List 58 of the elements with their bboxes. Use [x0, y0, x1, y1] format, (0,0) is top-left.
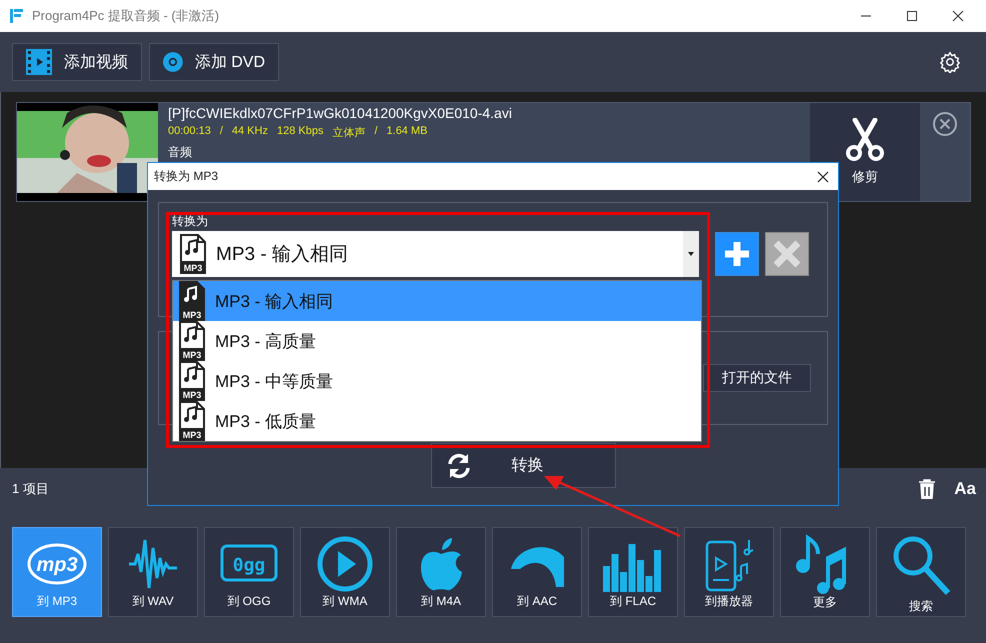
music-file-icon: MP3	[179, 401, 205, 441]
disc-icon	[163, 50, 183, 74]
delete-button[interactable]	[765, 232, 809, 276]
file-meta: /	[374, 125, 378, 139]
font-button[interactable]: Aa	[954, 479, 976, 499]
format-button[interactable]: 到 FLAC	[588, 527, 678, 617]
plus-icon	[722, 239, 752, 269]
format-button[interactable]: 更多	[780, 527, 870, 617]
file-meta: 立体声	[332, 126, 366, 140]
file-meta: /	[220, 125, 223, 139]
close-icon[interactable]	[952, 10, 964, 22]
close-icon[interactable]	[817, 170, 829, 182]
format-dropdown[interactable]: MP3 MP3 - 输入相同	[172, 231, 699, 277]
window-title: Program4Pc 提取音频 - (非激活)	[32, 7, 220, 25]
file-meta: 44 KHz	[232, 125, 268, 139]
play-icon	[317, 536, 373, 592]
mp3-logo-icon: mp3	[26, 540, 88, 586]
add-button[interactable]: 添加 DVD	[149, 43, 279, 81]
film-icon	[26, 49, 52, 75]
file-meta: 1.64 MB	[386, 125, 428, 139]
trash-icon[interactable]	[918, 479, 936, 499]
format-button[interactable]: 搜索	[876, 527, 966, 617]
music-file-icon: MP3	[179, 281, 205, 321]
dropdown-option[interactable]: MP3 MP3 - 高质量	[173, 321, 701, 361]
refresh-icon	[446, 452, 472, 478]
file-name: [P]fcCWIEkdlx07CFrP1wGk01041200KgvX0E010-4.avi	[168, 105, 513, 121]
file-meta: 00:00:13	[168, 125, 211, 139]
app-logo-icon	[9, 8, 25, 24]
item-count: 1 项目	[12, 480, 49, 498]
group-label: 转换为	[172, 213, 209, 230]
format-button[interactable]: 到 WMA	[300, 527, 390, 617]
format-button[interactable]: 到 M4A	[396, 527, 486, 617]
caret-icon	[688, 252, 694, 256]
apple-icon	[418, 536, 464, 592]
settings-icon[interactable]	[939, 51, 961, 73]
cross-icon	[772, 239, 802, 269]
format-button[interactable]: 到 AAC	[492, 527, 582, 617]
dialog-title: 转换为 MP3	[154, 168, 218, 185]
add-button[interactable]	[715, 232, 759, 276]
dropdown-option[interactable]: MP3 MP3 - 输入相同	[173, 281, 701, 321]
remove-icon[interactable]	[932, 111, 958, 137]
dropdown-option[interactable]: MP3 MP3 - 低质量	[173, 401, 701, 441]
format-button[interactable]: 0gg 到 OGG	[204, 527, 294, 617]
convert-button[interactable]: 转换	[430, 443, 616, 488]
dropdown-option[interactable]: MP3 MP3 - 中等质量	[173, 361, 701, 401]
format-button[interactable]: 到播放器	[684, 527, 774, 617]
trim-button[interactable]: 修剪	[810, 103, 920, 201]
scissors-icon	[843, 118, 887, 162]
format-button[interactable]: 到 WAV	[108, 527, 198, 617]
add-button[interactable]: 添加视频	[12, 43, 142, 81]
music-file-icon: MP3	[179, 361, 205, 401]
search-icon	[891, 534, 951, 598]
file-meta: 128 Kbps	[276, 125, 324, 139]
maximize-icon[interactable]	[906, 10, 918, 22]
track-label: 音频	[168, 144, 193, 161]
open-file-button[interactable]: 打开的文件	[703, 364, 811, 392]
music-file-icon: MP3	[180, 234, 206, 274]
music-file-icon: MP3	[179, 321, 205, 361]
